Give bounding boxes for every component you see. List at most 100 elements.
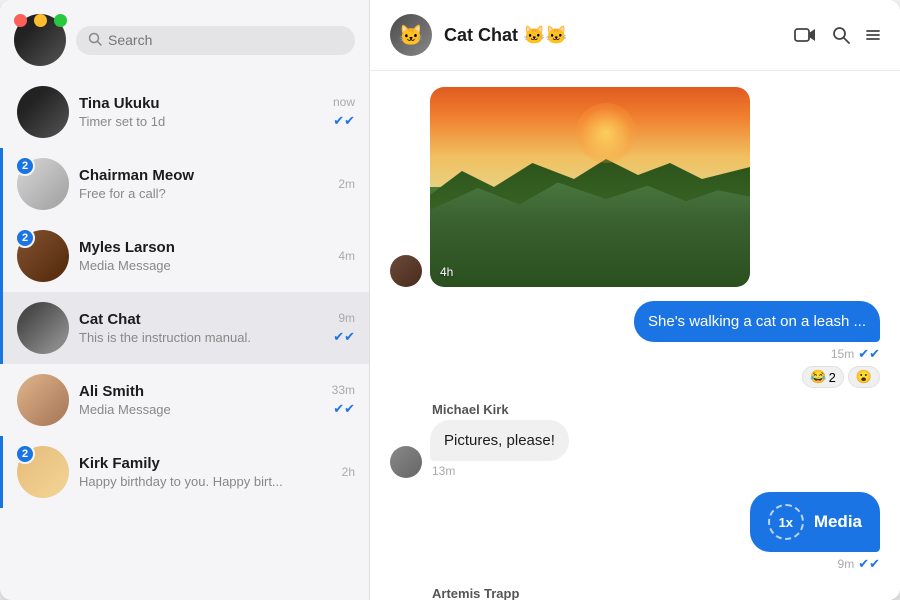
search-icon <box>88 32 102 49</box>
sidebar-header <box>0 0 369 76</box>
conv-preview-chairman: Free for a call? <box>79 186 328 201</box>
conv-meta-tina: now ✔✔ <box>333 95 355 129</box>
conv-preview-tina: Timer set to 1d <box>79 114 323 129</box>
read-status-ali: ✔✔ <box>333 401 355 417</box>
chat-title: Cat Chat 🐱🐱 <box>444 25 782 46</box>
conversation-item-myles[interactable]: 2 Myles Larson Media Message 4m <box>0 220 369 292</box>
read-status-tina: ✔✔ <box>333 113 355 129</box>
conv-preview-myles: Media Message <box>79 258 328 273</box>
unread-badge-chairman: 2 <box>15 156 35 176</box>
incoming-bubble-wrap: Michael Kirk Pictures, please! 13m <box>430 402 569 478</box>
avatar-catchat <box>17 302 69 354</box>
message-image-content: 4h <box>430 87 750 287</box>
media-label: Media <box>814 512 862 532</box>
chat-messages: 4h She's walking a cat on a leash ... 15… <box>370 71 900 600</box>
michael-avatar <box>390 446 422 478</box>
conv-info-kirk: Kirk Family Happy birthday to you. Happy… <box>79 455 332 489</box>
conv-name-chairman: Chairman Meow <box>79 167 328 184</box>
file-bubble-wrap: Artemis Trapp 📄 Instructions.pdf <box>430 586 597 600</box>
incoming-sender-name: Michael Kirk <box>432 402 569 417</box>
conv-name-ali: Ali Smith <box>79 383 322 400</box>
chat-header-avatar: 🐱 <box>390 14 432 56</box>
search-bar[interactable] <box>76 26 355 55</box>
avatar-wrap-chairman: 2 <box>17 158 69 210</box>
outgoing-time: 15m <box>831 347 854 361</box>
conv-time-catchat: 9m <box>338 311 355 325</box>
conv-time-ali: 33m <box>332 383 355 397</box>
message-outgoing-text: She's walking a cat on a leash ... 15m ✔… <box>390 301 880 388</box>
conv-meta-catchat: 9m ✔✔ <box>333 311 355 345</box>
close-button[interactable] <box>14 14 27 27</box>
media-bubble-meta: 9m ✔✔ <box>838 556 880 572</box>
video-call-button[interactable] <box>794 27 816 43</box>
conversation-list: Tina Ukuku Timer set to 1d now ✔✔ 2 Chai… <box>0 76 369 600</box>
chat-search-button[interactable] <box>832 26 850 44</box>
conversation-item-kirk[interactable]: 2 Kirk Family Happy birthday to you. Hap… <box>0 436 369 508</box>
conv-info-chairman: Chairman Meow Free for a call? <box>79 167 328 201</box>
conversation-item-chairman[interactable]: 2 Chairman Meow Free for a call? 2m <box>0 148 369 220</box>
reaction-laugh[interactable]: 😂 2 <box>802 366 843 388</box>
reaction-emoji-wow: 😮 <box>856 369 872 385</box>
sidebar: Tina Ukuku Timer set to 1d now ✔✔ 2 Chai… <box>0 0 370 600</box>
media-read-status: ✔✔ <box>858 556 880 572</box>
conversation-item-tina[interactable]: Tina Ukuku Timer set to 1d now ✔✔ <box>0 76 369 148</box>
outgoing-bubble-meta: 15m ✔✔ <box>831 346 880 362</box>
conv-name-kirk: Kirk Family <box>79 455 332 472</box>
avatar-wrap-myles: 2 <box>17 230 69 282</box>
outgoing-bubble: She's walking a cat on a leash ... <box>634 301 880 342</box>
file-sender-name: Artemis Trapp <box>432 586 597 600</box>
conversation-item-ali[interactable]: Ali Smith Media Message 33m ✔✔ <box>0 364 369 436</box>
conv-name-myles: Myles Larson <box>79 239 328 256</box>
message-reactions: 😂 2 😮 <box>802 366 880 388</box>
conv-time-kirk: 2h <box>342 465 355 479</box>
conv-name-catchat: Cat Chat <box>79 311 323 328</box>
maximize-button[interactable] <box>54 14 67 27</box>
conv-info-myles: Myles Larson Media Message <box>79 239 328 273</box>
conv-meta-ali: 33m ✔✔ <box>332 383 355 417</box>
outgoing-read-status: ✔✔ <box>858 346 880 362</box>
read-status-catchat: ✔✔ <box>333 329 355 345</box>
conv-meta-myles: 4m <box>338 249 355 263</box>
chat-header: 🐱 Cat Chat 🐱🐱 <box>370 0 900 71</box>
message-incoming-text: Michael Kirk Pictures, please! 13m <box>390 402 880 478</box>
media-time: 9m <box>838 557 855 571</box>
search-input[interactable] <box>108 32 343 48</box>
conv-preview-ali: Media Message <box>79 402 322 417</box>
avatar-wrap-tina <box>17 86 69 138</box>
media-bubble: 1x Media <box>750 492 880 552</box>
media-icon: 1x <box>768 504 804 540</box>
chat-more-button[interactable] <box>866 30 880 40</box>
unread-badge-kirk: 2 <box>15 444 35 464</box>
conv-info-ali: Ali Smith Media Message <box>79 383 322 417</box>
avatar-ali <box>17 374 69 426</box>
avatar-wrap-catchat <box>17 302 69 354</box>
window-controls[interactable] <box>14 14 67 27</box>
conversation-item-catchat[interactable]: Cat Chat This is the instruction manual.… <box>0 292 369 364</box>
conv-time-tina: now <box>333 95 355 109</box>
conv-name-tina: Tina Ukuku <box>79 95 323 112</box>
chat-panel: 🐱 Cat Chat 🐱🐱 <box>370 0 900 600</box>
conv-info-tina: Tina Ukuku Timer set to 1d <box>79 95 323 129</box>
conv-meta-kirk: 2h <box>342 465 355 479</box>
conv-preview-kirk: Happy birthday to you. Happy birt... <box>79 474 332 489</box>
unread-badge-myles: 2 <box>15 228 35 248</box>
minimize-button[interactable] <box>34 14 47 27</box>
message-incoming-file: Artemis Trapp 📄 Instructions.pdf <box>390 586 880 600</box>
conv-preview-catchat: This is the instruction manual. <box>79 330 323 345</box>
conv-meta-chairman: 2m <box>338 177 355 191</box>
conv-info-catchat: Cat Chat This is the instruction manual. <box>79 311 323 345</box>
chat-header-actions <box>794 26 880 44</box>
message-image: 4h <box>390 87 880 287</box>
message-image-time: 4h <box>440 265 453 279</box>
message-outgoing-media: 1x Media 9m ✔✔ <box>390 492 880 572</box>
mountain-image <box>430 87 750 287</box>
reaction-count-laugh: 2 <box>829 370 836 385</box>
conv-time-chairman: 2m <box>338 177 355 191</box>
reaction-emoji-laugh: 😂 <box>810 369 826 385</box>
incoming-bubble-meta: 13m <box>432 464 569 478</box>
reaction-wow[interactable]: 😮 <box>848 366 880 388</box>
avatar-wrap-kirk: 2 <box>17 446 69 498</box>
avatar-tina <box>17 86 69 138</box>
incoming-bubble: Pictures, please! <box>430 420 569 461</box>
message-sender-avatar <box>390 255 422 287</box>
